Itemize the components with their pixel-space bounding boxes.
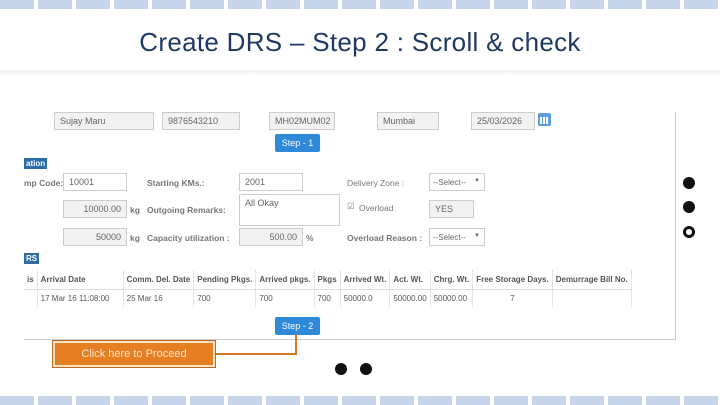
emp-code-input[interactable]: 10001	[63, 173, 127, 191]
city-field[interactable]: Mumbai	[377, 112, 439, 130]
column-header: Arrived pkgs.	[255, 270, 315, 290]
starting-kms-label: Starting KMs.:	[147, 178, 205, 188]
table-cell: 50000.00	[389, 289, 431, 307]
drs-form-screenshot: Sujay Maru 9876543210 MH02MUM02 Mumbai 2…	[24, 112, 676, 340]
step-1-button[interactable]: Step - 1	[275, 134, 320, 152]
column-header: Arrival Date	[37, 270, 124, 290]
overload-reason-value: --Select--	[433, 233, 466, 242]
weight-b-field[interactable]: 50000	[63, 228, 127, 246]
docket-table: is Arrival Date Comm. Del. Date Pending …	[24, 270, 632, 307]
column-header: Pkgs	[314, 270, 341, 290]
weight-b-unit: kg	[130, 233, 140, 243]
delivery-zone-select[interactable]: --Select-- ▼	[429, 173, 485, 191]
table-cell: 50000.00	[430, 289, 474, 307]
table-cell: 50000.0	[340, 289, 391, 307]
capacity-unit: %	[306, 233, 314, 243]
callout-connector	[215, 353, 297, 355]
section-header-station: ation	[24, 158, 48, 169]
starting-kms-input[interactable]: 2001	[239, 173, 303, 191]
weight-a-unit: kg	[130, 205, 140, 215]
section-header-drs: RS	[24, 253, 40, 264]
table-cell: 700	[193, 289, 257, 307]
table-cell: 25 Mar 16	[123, 289, 195, 307]
checkbox-icon[interactable]: ☑	[347, 201, 355, 212]
delivery-zone-label: Delivery Zone :	[347, 178, 405, 188]
date-field[interactable]: 25/03/2026	[471, 112, 535, 130]
chevron-down-icon: ▼	[474, 233, 480, 239]
bullet-dot	[683, 201, 695, 213]
bullet-dot	[360, 363, 372, 375]
chevron-down-icon: ▼	[474, 178, 480, 184]
bullet-dot	[683, 177, 695, 189]
column-header: Demurrage Bill No.	[552, 270, 632, 290]
overload-reason-label: Overload Reason :	[347, 233, 423, 243]
capacity-label: Capacity utilization :	[147, 233, 230, 243]
capacity-field[interactable]: 500.00	[239, 228, 303, 246]
table-cell	[552, 289, 632, 307]
table-header-row: is Arrival Date Comm. Del. Date Pending …	[24, 270, 632, 290]
column-header: Act. Wt.	[389, 270, 431, 290]
name-field[interactable]: Sujay Maru	[54, 112, 154, 130]
callout-connector	[295, 334, 297, 355]
outgoing-remarks-label: Outgoing Remarks:	[147, 205, 226, 215]
overload-reason-select[interactable]: --Select-- ▼	[429, 228, 485, 246]
step-2-button[interactable]: Step - 2	[275, 317, 320, 335]
table-cell	[24, 289, 38, 307]
slide-title: Create DRS – Step 2 : Scroll & check	[139, 27, 581, 57]
phone-field[interactable]: 9876543210	[162, 112, 240, 130]
outgoing-remarks-textarea[interactable]: All Okay	[239, 194, 340, 226]
table-cell: 700	[255, 289, 315, 307]
column-header: Comm. Del. Date	[123, 270, 195, 290]
column-header: Free Storage Days.	[472, 270, 553, 290]
emp-code-label: mp Code:	[24, 178, 64, 188]
column-header: Arrived Wt.	[340, 270, 391, 290]
table-cell: 700	[314, 289, 341, 307]
title-divider	[0, 70, 720, 76]
bullet-dot	[335, 363, 347, 375]
table-cell: 7	[472, 289, 553, 307]
delivery-zone-value: --Select--	[433, 178, 466, 187]
top-stripe-decoration	[0, 0, 720, 9]
column-header: Chrg. Wt.	[430, 270, 474, 290]
calendar-icon[interactable]	[538, 113, 551, 126]
bullet-ring	[683, 226, 695, 238]
table-cell: 17 Mar 16 11:08:00	[37, 289, 124, 307]
weight-a-field[interactable]: 10000.00	[63, 200, 127, 218]
vehicle-field[interactable]: MH02MUM02	[269, 112, 335, 130]
column-header: is	[24, 270, 38, 290]
column-header: Pending Pkgs.	[193, 270, 257, 290]
overload-label: Overload	[359, 203, 394, 213]
table-row[interactable]: 17 Mar 16 11:08:00 25 Mar 16 700 700 700…	[24, 289, 632, 307]
proceed-callout[interactable]: Click here to Proceed	[52, 340, 216, 368]
bottom-stripe-decoration	[0, 396, 720, 405]
overload-field[interactable]: YES	[429, 200, 474, 218]
